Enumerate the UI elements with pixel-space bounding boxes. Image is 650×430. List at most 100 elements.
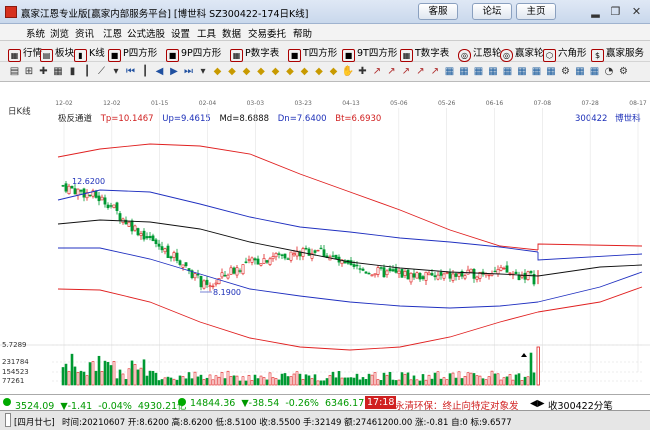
draw-icon[interactable]: ↗ bbox=[385, 65, 398, 78]
cross-icon[interactable]: ✚ bbox=[37, 65, 50, 78]
date-tick-label: 06-16 bbox=[486, 100, 504, 107]
candle-body bbox=[196, 274, 200, 276]
candle-body bbox=[520, 275, 524, 278]
tp-line bbox=[57, 143, 539, 251]
draw-icon[interactable]: ↗ bbox=[400, 65, 413, 78]
menu-formula-screen[interactable]: 公式选股 bbox=[127, 26, 165, 40]
menu-trade[interactable]: 交易委托 bbox=[248, 26, 286, 40]
close-icon[interactable]: ✕ bbox=[629, 5, 644, 19]
grid-icon[interactable]: ▦ bbox=[52, 65, 65, 78]
diamond-icon[interactable]: ◆ bbox=[284, 65, 297, 78]
diamond-icon[interactable]: ◆ bbox=[298, 65, 311, 78]
table-icon[interactable]: ▦ bbox=[574, 65, 587, 78]
draw-icon[interactable]: ↗ bbox=[371, 65, 384, 78]
toolbar-p-table-button[interactable]: ▦ P数字表 bbox=[230, 45, 279, 62]
volume-bar bbox=[436, 371, 440, 386]
menu-tools[interactable]: 工具 bbox=[197, 26, 216, 40]
candle-body bbox=[454, 273, 458, 277]
candle-body bbox=[436, 274, 440, 280]
bar-icon[interactable]: ┃ bbox=[139, 65, 152, 78]
candle-body bbox=[172, 252, 176, 258]
menu-browse[interactable]: 浏览 bbox=[50, 26, 69, 40]
volume-bar bbox=[220, 372, 224, 386]
menu-settings[interactable]: 设置 bbox=[171, 26, 190, 40]
bar-icon[interactable]: ┃ bbox=[81, 65, 94, 78]
cross-icon[interactable]: ✚ bbox=[356, 65, 369, 78]
skip-start-icon[interactable]: ⏮ bbox=[124, 65, 137, 78]
table-icon[interactable]: ▦ bbox=[472, 65, 485, 78]
volume-bar bbox=[106, 361, 110, 386]
diamond-icon[interactable]: ◆ bbox=[255, 65, 268, 78]
table-icon[interactable]: ▦ bbox=[588, 65, 601, 78]
forum-button[interactable]: 论坛 bbox=[472, 3, 512, 20]
hand-icon[interactable]: ✋ bbox=[342, 65, 355, 78]
candle-body bbox=[199, 275, 203, 288]
table-icon[interactable]: ▦ bbox=[487, 65, 500, 78]
menu-gann[interactable]: 江恩 bbox=[103, 26, 122, 40]
draw-icon[interactable]: ↗ bbox=[429, 65, 442, 78]
toolbar-9t-square-button[interactable]: ■ 9T四方形 bbox=[342, 45, 397, 62]
candle-icon[interactable]: ▮ bbox=[66, 65, 79, 78]
toolbar-hexagon-button[interactable]: ⬡ 六角形 bbox=[543, 45, 587, 62]
toolbar-quotes-button[interactable]: ▦ 行情 bbox=[8, 45, 42, 62]
diamond-icon[interactable]: ◆ bbox=[269, 65, 282, 78]
table-icon[interactable]: ▦ bbox=[443, 65, 456, 78]
toolbar-gann-wheel-button[interactable]: ◎ 江恩轮 bbox=[458, 45, 502, 62]
news-nav-icon[interactable]: ◀▶ bbox=[530, 398, 545, 409]
diamond-icon[interactable]: ◆ bbox=[226, 65, 239, 78]
gear-icon[interactable]: ⚙ bbox=[617, 65, 630, 78]
diamond-icon[interactable]: ◆ bbox=[327, 65, 340, 78]
toolbar-kline-button[interactable]: ▮ K线 bbox=[74, 45, 105, 62]
candle-body bbox=[67, 185, 71, 195]
volume-bar bbox=[211, 379, 215, 386]
diamond-icon[interactable]: ◆ bbox=[240, 65, 253, 78]
gauge-icon[interactable]: ◔ bbox=[603, 65, 616, 78]
annotations: 12.6200 8.1900 bbox=[72, 177, 527, 357]
table-icon[interactable]: ▦ bbox=[501, 65, 514, 78]
minimize-icon[interactable]: ▂ bbox=[588, 5, 603, 19]
menu-bar: 系统 浏览 资讯 江恩 公式选股 设置 工具 数据 交易委托 帮助 bbox=[0, 24, 650, 41]
toolbar-sectors-button[interactable]: ▤ 板块 bbox=[40, 45, 74, 62]
toolbar-winner-wheel-button[interactable]: ◎ 赢家轮 bbox=[500, 45, 544, 62]
menu-system[interactable]: 系统 bbox=[26, 26, 45, 40]
menu-help[interactable]: 帮助 bbox=[293, 26, 312, 40]
price-chart[interactable]: 12-02 12-02 01-15 02-04 03-03 03-23 04-13 05-06… bbox=[0, 82, 650, 394]
volume-bar bbox=[355, 373, 359, 386]
table-icon[interactable]: ▦ bbox=[545, 65, 558, 78]
zoom-icon[interactable]: ⊞ bbox=[23, 65, 36, 78]
gear-icon[interactable]: ⚙ bbox=[559, 65, 572, 78]
candle-body bbox=[247, 259, 251, 261]
skip-end-icon[interactable]: ⏭ bbox=[182, 65, 195, 78]
menu-news[interactable]: 资讯 bbox=[75, 26, 94, 40]
toolbar-t-square-button[interactable]: ■ T四方形 bbox=[288, 45, 337, 62]
customer-service-button[interactable]: 客服 bbox=[418, 3, 458, 20]
chart-type-icon[interactable]: ▤ bbox=[8, 65, 21, 78]
volume-bar bbox=[79, 370, 83, 386]
draw-icon[interactable]: ↗ bbox=[414, 65, 427, 78]
menu-data[interactable]: 数据 bbox=[222, 26, 241, 40]
step-forward-icon[interactable]: ▶ bbox=[168, 65, 181, 78]
toolbar-9p-square-button[interactable]: ■ 9P四方形 bbox=[166, 45, 221, 62]
candle-body bbox=[466, 269, 470, 275]
toolbar-t-table-button[interactable]: ▦ T数字表 bbox=[400, 45, 449, 62]
toolbar-service-button[interactable]: $ 赢家服务 bbox=[591, 45, 644, 62]
candle-body bbox=[142, 230, 146, 240]
table-icon[interactable]: ▦ bbox=[458, 65, 471, 78]
table-icon[interactable]: ▦ bbox=[516, 65, 529, 78]
toolbar-p-square-button[interactable]: ■ P四方形 bbox=[108, 45, 157, 62]
volume-bar bbox=[88, 362, 92, 386]
restore-icon[interactable]: ❐ bbox=[608, 5, 623, 19]
volume-bar bbox=[136, 369, 140, 386]
line-icon[interactable]: ⟋ bbox=[95, 65, 108, 78]
volume-bar bbox=[388, 371, 392, 386]
homepage-button[interactable]: 主页 bbox=[516, 3, 556, 20]
volume-bar bbox=[148, 370, 152, 386]
chevron-down-icon[interactable]: ▾ bbox=[197, 65, 210, 78]
candle-body bbox=[118, 213, 122, 221]
table-icon[interactable]: ▦ bbox=[530, 65, 543, 78]
down-icon[interactable]: ▾ bbox=[110, 65, 123, 78]
candle-body bbox=[139, 233, 143, 236]
diamond-icon[interactable]: ◆ bbox=[211, 65, 224, 78]
step-back-icon[interactable]: ◀ bbox=[153, 65, 166, 78]
diamond-icon[interactable]: ◆ bbox=[313, 65, 326, 78]
